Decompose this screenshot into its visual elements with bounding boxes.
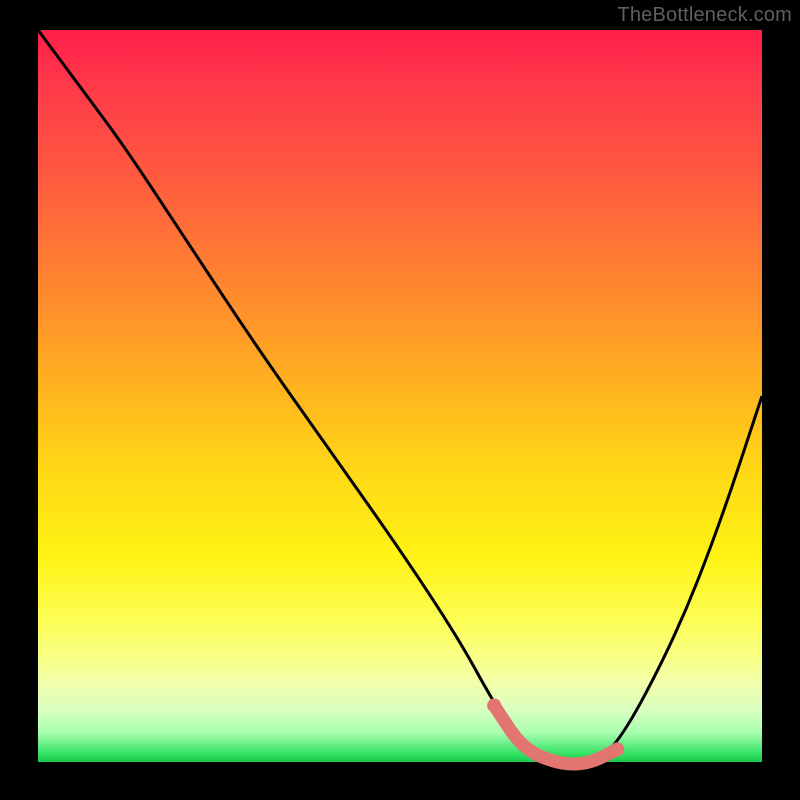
trough-highlight — [487, 698, 624, 764]
trough-cap-right — [610, 742, 624, 756]
trough-band — [494, 705, 617, 764]
curve-line — [38, 30, 762, 762]
bottleneck-curve — [38, 30, 762, 762]
chart-frame: TheBottleneck.com — [0, 0, 800, 800]
watermark-text: TheBottleneck.com — [617, 4, 792, 27]
trough-cap-left — [487, 698, 501, 712]
chart-svg — [38, 30, 762, 762]
